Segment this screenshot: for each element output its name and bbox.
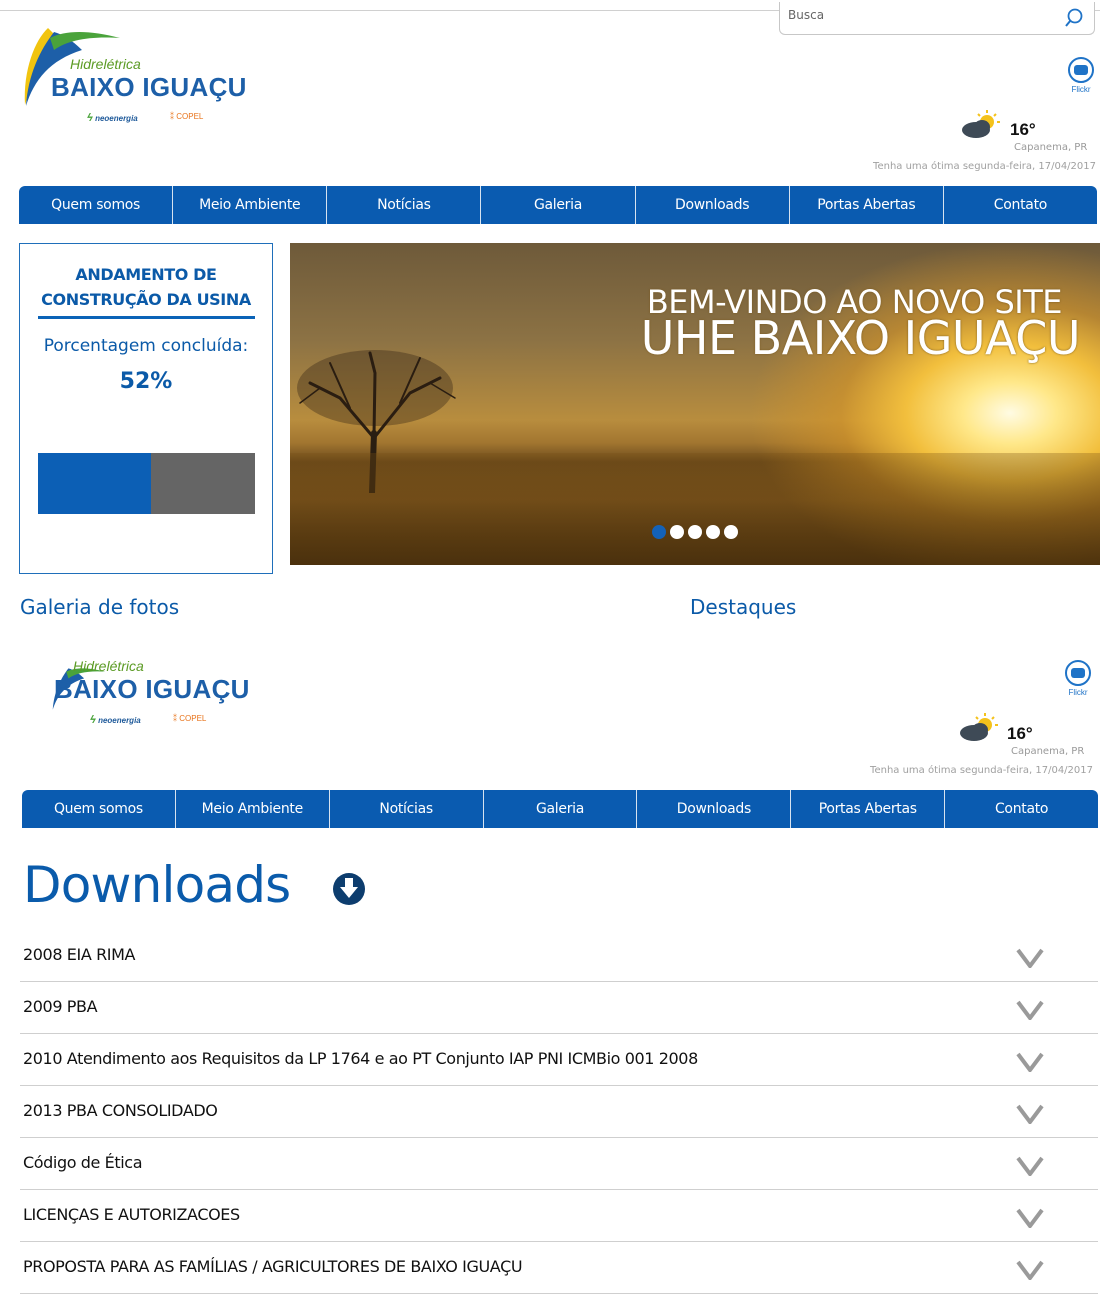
weather-city-2: Capanema, PR bbox=[1011, 746, 1085, 757]
download-item-label: 2008 EIA RIMA bbox=[23, 945, 136, 964]
chevron-down-icon[interactable] bbox=[1016, 1000, 1044, 1025]
flickr-label: Flickr bbox=[1068, 688, 1088, 697]
downloads-list: 2008 EIA RIMA 2009 PBA 2010 Atendimento ao… bbox=[20, 930, 1098, 1294]
main-nav: Quem somos Meio Ambiente Notícias Galeri… bbox=[19, 186, 1097, 224]
chevron-down-icon[interactable] bbox=[1016, 948, 1044, 973]
progress-label: Porcentagem concluída: bbox=[43, 336, 249, 356]
site-logo-2[interactable]: Hidrelétrica BAIXO IGUAÇU ϟ neoenergia ⁑… bbox=[23, 612, 263, 732]
construction-progress-panel: ANDAMENTO DE CONSTRUÇÃO DA USINA Porcent… bbox=[19, 243, 273, 574]
slider-dots bbox=[652, 525, 738, 539]
logo-subtitle: Hidrelétrica bbox=[70, 56, 141, 72]
download-item[interactable]: PROPOSTA PARA AS FAMÍLIAS / AGRICULTORES… bbox=[20, 1242, 1098, 1294]
nav-galeria[interactable]: Galeria bbox=[481, 186, 636, 224]
page-title: Downloads bbox=[23, 856, 291, 914]
nav-portas-abertas[interactable]: Portas Abertas bbox=[791, 790, 946, 828]
download-item[interactable]: Código de Ética bbox=[20, 1138, 1098, 1190]
neoenergia-label: neoenergia bbox=[98, 716, 141, 725]
nav-noticias[interactable]: Notícias bbox=[327, 186, 482, 224]
flickr-link-2[interactable]: Flickr bbox=[1063, 660, 1093, 697]
chevron-down-icon[interactable] bbox=[1016, 1208, 1044, 1233]
download-item-label: PROPOSTA PARA AS FAMÍLIAS / AGRICULTORES… bbox=[23, 1257, 523, 1276]
download-item-label: 2010 Atendimento aos Requisitos da LP 17… bbox=[23, 1049, 698, 1068]
nav-noticias[interactable]: Notícias bbox=[330, 790, 484, 828]
neoenergia-logo: ϟ neoenergia bbox=[90, 714, 141, 726]
nav-portas-abertas[interactable]: Portas Abertas bbox=[790, 186, 944, 224]
slider-dot[interactable] bbox=[724, 525, 738, 539]
download-item[interactable]: 2009 PBA bbox=[20, 982, 1098, 1034]
logo-title: BAIXO IGUAÇU bbox=[51, 72, 247, 102]
copel-label: COPEL bbox=[179, 714, 207, 723]
highlights-section-title[interactable]: Destaques bbox=[690, 595, 796, 619]
progress-title-line1: ANDAMENTO DE bbox=[75, 265, 217, 284]
chevron-down-icon[interactable] bbox=[1016, 1260, 1044, 1285]
main-nav-2: Quem somos Meio Ambiente Notícias Galeri… bbox=[22, 790, 1098, 828]
download-item[interactable]: 2013 PBA CONSOLIDADO bbox=[20, 1086, 1098, 1138]
weather-temperature: 16° bbox=[1010, 120, 1036, 139]
weather-temperature-2: 16° bbox=[1007, 724, 1033, 743]
download-item-label: Código de Ética bbox=[23, 1153, 143, 1172]
nav-contato[interactable]: Contato bbox=[945, 790, 1098, 828]
copel-logo: ⁑ COPEL bbox=[173, 714, 207, 723]
flickr-icon bbox=[1068, 57, 1094, 83]
download-item-label: 2013 PBA CONSOLIDADO bbox=[23, 1101, 218, 1120]
nav-contato[interactable]: Contato bbox=[944, 186, 1097, 224]
slider-dot[interactable] bbox=[652, 525, 666, 539]
download-item-label: 2009 PBA bbox=[23, 997, 98, 1016]
greeting-date: Tenha uma ótima segunda-feira, 17/04/201… bbox=[873, 161, 1096, 172]
slider-dot[interactable] bbox=[688, 525, 702, 539]
nav-quem-somos[interactable]: Quem somos bbox=[22, 790, 176, 828]
logo-title: BAIXO IGUAÇU bbox=[54, 674, 250, 704]
download-item[interactable]: LICENÇAS E AUTORIZACOES bbox=[20, 1190, 1098, 1242]
neoenergia-label: neoenergia bbox=[95, 114, 138, 123]
hero-slider[interactable]: BEM-VINDO AO NOVO SITE UHE BAIXO IGUAÇU bbox=[290, 243, 1100, 565]
flickr-link[interactable]: Flickr bbox=[1066, 57, 1096, 94]
logo-subtitle: Hidrelétrica bbox=[73, 658, 144, 674]
greeting-date-2: Tenha uma ótima segunda-feira, 17/04/201… bbox=[870, 765, 1093, 776]
progress-title: ANDAMENTO DE CONSTRUÇÃO DA USINA bbox=[20, 262, 272, 312]
progress-value: 52% bbox=[119, 369, 173, 394]
search-input[interactable] bbox=[788, 8, 1058, 22]
weather-icon bbox=[958, 713, 1000, 748]
weather-city: Capanema, PR bbox=[1014, 142, 1088, 153]
neoenergia-logo: ϟ neoenergia bbox=[87, 112, 138, 124]
chevron-down-icon[interactable] bbox=[1016, 1052, 1044, 1077]
nav-meio-ambiente[interactable]: Meio Ambiente bbox=[176, 790, 330, 828]
download-icon bbox=[332, 870, 366, 911]
chevron-down-icon[interactable] bbox=[1016, 1104, 1044, 1129]
slider-dot[interactable] bbox=[670, 525, 684, 539]
nav-meio-ambiente[interactable]: Meio Ambiente bbox=[173, 186, 328, 224]
copel-logo: ⁑ COPEL bbox=[170, 112, 204, 121]
nav-downloads[interactable]: Downloads bbox=[636, 186, 790, 224]
chevron-down-icon[interactable] bbox=[1016, 1156, 1044, 1181]
download-item[interactable]: 2008 EIA RIMA bbox=[20, 930, 1098, 982]
flickr-icon bbox=[1065, 660, 1091, 686]
nav-downloads[interactable]: Downloads bbox=[637, 790, 792, 828]
weather-icon bbox=[960, 110, 1002, 145]
download-item-label: LICENÇAS E AUTORIZACOES bbox=[23, 1205, 240, 1224]
nav-galeria[interactable]: Galeria bbox=[484, 790, 638, 828]
progress-bar-fill bbox=[38, 453, 151, 514]
flickr-label: Flickr bbox=[1071, 85, 1091, 94]
progress-bar bbox=[38, 453, 255, 514]
site-logo[interactable]: Hidrelétrica BAIXO IGUAÇU ϟ neoenergia ⁑… bbox=[20, 10, 260, 130]
download-item[interactable]: 2010 Atendimento aos Requisitos da LP 17… bbox=[20, 1034, 1098, 1086]
search-icon[interactable] bbox=[1064, 8, 1084, 33]
nav-quem-somos[interactable]: Quem somos bbox=[19, 186, 174, 224]
progress-title-line2: CONSTRUÇÃO DA USINA bbox=[41, 290, 251, 309]
copel-label: COPEL bbox=[176, 112, 204, 121]
search-box[interactable] bbox=[779, 2, 1095, 35]
slider-dot[interactable] bbox=[706, 525, 720, 539]
slider-headline-2: UHE BAIXO IGUAÇU bbox=[640, 311, 1081, 365]
wheat-field bbox=[290, 453, 1100, 565]
progress-divider bbox=[38, 316, 255, 319]
